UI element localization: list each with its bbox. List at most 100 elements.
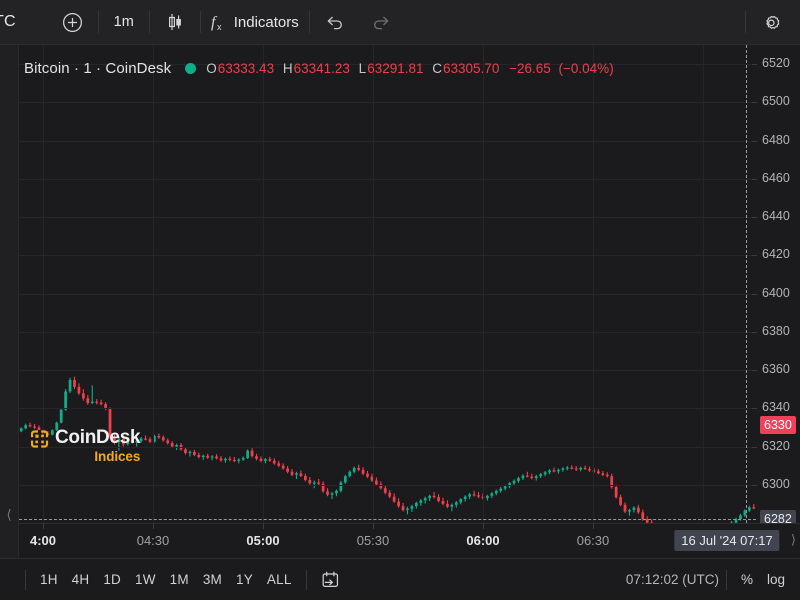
timeframe-group: 1H 4H 1D 1W 1M 3M 1Y ALL <box>33 568 299 591</box>
ohlc-o-value: 63333.43 <box>217 61 275 76</box>
price-tick <box>752 141 757 142</box>
ohlc-l-key: L <box>358 61 367 76</box>
percent-scale-button[interactable]: % <box>734 568 760 591</box>
toolbar-divider-1 <box>97 11 99 33</box>
time-axis[interactable]: ⟩ 4:00 04:30 05:00 05:30 06:00 06:30 16 Jul '2… <box>19 523 800 559</box>
time-tick <box>593 524 594 529</box>
timeframe-button-1h[interactable]: 1H <box>33 568 65 591</box>
collapse-rail-icon[interactable]: ⟨ <box>3 507 15 523</box>
grid-line-horizontal <box>19 102 756 103</box>
redo-button[interactable] <box>358 7 404 37</box>
interval-button[interactable]: 1m <box>101 7 147 37</box>
coindesk-watermark: CoinDesk Indices <box>31 427 141 464</box>
crosshair-horizontal <box>19 519 756 520</box>
time-tick <box>263 524 264 529</box>
price-axis-label: 6340 <box>762 400 790 415</box>
watermark-line1: CoinDesk <box>55 427 141 448</box>
change-absolute: −26.65 <box>509 61 551 76</box>
indicators-button[interactable]: f x Indicators <box>203 7 307 37</box>
undo-arrow-icon <box>327 16 342 30</box>
grid-line-vertical <box>703 45 704 523</box>
gear-icon <box>765 15 779 29</box>
bottom-divider-2 <box>305 569 307 590</box>
grid-line-vertical <box>483 45 484 523</box>
price-axis-label: 6420 <box>762 247 790 262</box>
price-axis-label: 6520 <box>762 56 790 71</box>
left-drawing-rail[interactable]: ⟨ <box>0 45 19 558</box>
timeframe-button-1w[interactable]: 1W <box>128 568 163 591</box>
price-tick <box>752 294 757 295</box>
time-tick <box>483 524 484 529</box>
price-axis-label: 6400 <box>762 285 790 300</box>
chart-plot-area[interactable]: CoinDesk Indices Bitcoin · 1 · CoinDesk … <box>19 45 756 523</box>
redo-arrow-icon <box>373 16 389 30</box>
grid-line-horizontal <box>19 332 756 333</box>
timeframe-button-4h[interactable]: 4H <box>65 568 97 591</box>
price-tick <box>752 408 757 409</box>
time-axis-label: 06:00 <box>466 533 500 548</box>
price-axis-label: 6300 <box>762 476 790 491</box>
ohlc-values: O63333.43 H63341.23 L63291.81 C63305.70 … <box>206 61 614 76</box>
watermark-line2: Indices <box>94 449 141 464</box>
toolbar-divider-4 <box>308 11 310 33</box>
timeframe-button-1y[interactable]: 1Y <box>229 568 260 591</box>
bottom-divider-1 <box>25 569 26 590</box>
timeframe-button-1m[interactable]: 1M <box>163 568 196 591</box>
bottom-toolbar: 1H 4H 1D 1W 1M 3M 1Y ALL 07:12:02 (UTC) % log <box>0 558 800 600</box>
goto-date-button[interactable] <box>314 566 347 593</box>
symbol-button[interactable]: TC <box>0 13 16 31</box>
add-symbol-button[interactable] <box>50 7 96 37</box>
settings-button[interactable] <box>748 7 794 37</box>
grid-line-horizontal <box>19 370 756 371</box>
grid-line-vertical <box>593 45 594 523</box>
price-tick <box>752 332 757 333</box>
grid-line-horizontal <box>19 294 756 295</box>
price-tick <box>752 447 757 448</box>
ohlc-h-key: H <box>282 61 293 76</box>
bottom-divider-3 <box>725 569 727 590</box>
time-axis-label: 04:30 <box>136 533 170 548</box>
undo-button[interactable] <box>312 7 358 37</box>
chart-container[interactable]: ⟨ CoinDesk Indices Bitcoin · 1 · CoinDes… <box>0 45 800 559</box>
grid-line-horizontal <box>19 217 756 218</box>
time-axis-label: 06:30 <box>576 533 610 548</box>
change-percent: (−0.04%) <box>558 61 614 76</box>
timeframe-button-1d[interactable]: 1D <box>96 568 128 591</box>
price-axis-label: 6460 <box>762 170 790 185</box>
ohlc-c-value: 63305.70 <box>443 61 500 76</box>
price-tick <box>752 217 757 218</box>
log-scale-button[interactable]: log <box>760 568 792 591</box>
price-axis[interactable]: 6520 6500 6480 6460 6440 6420 6400 6380 6360 6340… <box>752 45 800 529</box>
price-tick <box>752 64 757 65</box>
time-tick <box>153 524 154 529</box>
chart-legend[interactable]: Bitcoin · 1 · CoinDesk O63333.43 H63341.… <box>24 60 615 77</box>
coindesk-logo-icon <box>31 429 51 449</box>
time-axis-label: 05:30 <box>356 533 390 548</box>
chart-type-button[interactable] <box>152 7 198 37</box>
current-price-label: 6330 <box>760 416 796 435</box>
crosshair-vertical <box>746 45 747 523</box>
timeframe-button-3m[interactable]: 3M <box>196 568 229 591</box>
price-tick <box>752 485 757 486</box>
grid-line-horizontal <box>19 255 756 256</box>
calendar-goto-icon <box>322 571 338 587</box>
fx-icon: f x <box>211 14 222 32</box>
utc-clock: 07:12:02 (UTC) <box>625 572 719 587</box>
price-tick <box>752 370 757 371</box>
timeframe-button-all[interactable]: ALL <box>260 568 299 591</box>
legend-title[interactable]: Bitcoin · 1 · CoinDesk <box>24 60 171 77</box>
price-axis-label: 6360 <box>762 362 790 377</box>
price-tick <box>752 102 757 103</box>
plus-circle-icon <box>63 12 83 32</box>
price-axis-label: 6500 <box>762 94 790 109</box>
ohlc-o-key: O <box>206 61 217 76</box>
price-axis-label: 6440 <box>762 209 790 224</box>
scroll-to-realtime-icon[interactable]: ⟩ <box>791 532 796 548</box>
time-axis-label: 4:00 <box>29 533 57 548</box>
crosshair-time-label: 16 Jul '24 07:17 <box>674 530 780 551</box>
price-axis-label: 6480 <box>762 132 790 147</box>
candlestick-icon <box>168 14 181 30</box>
grid-line-horizontal <box>19 485 756 486</box>
indicators-label: Indicators <box>233 13 299 31</box>
grid-line-horizontal <box>19 408 756 409</box>
